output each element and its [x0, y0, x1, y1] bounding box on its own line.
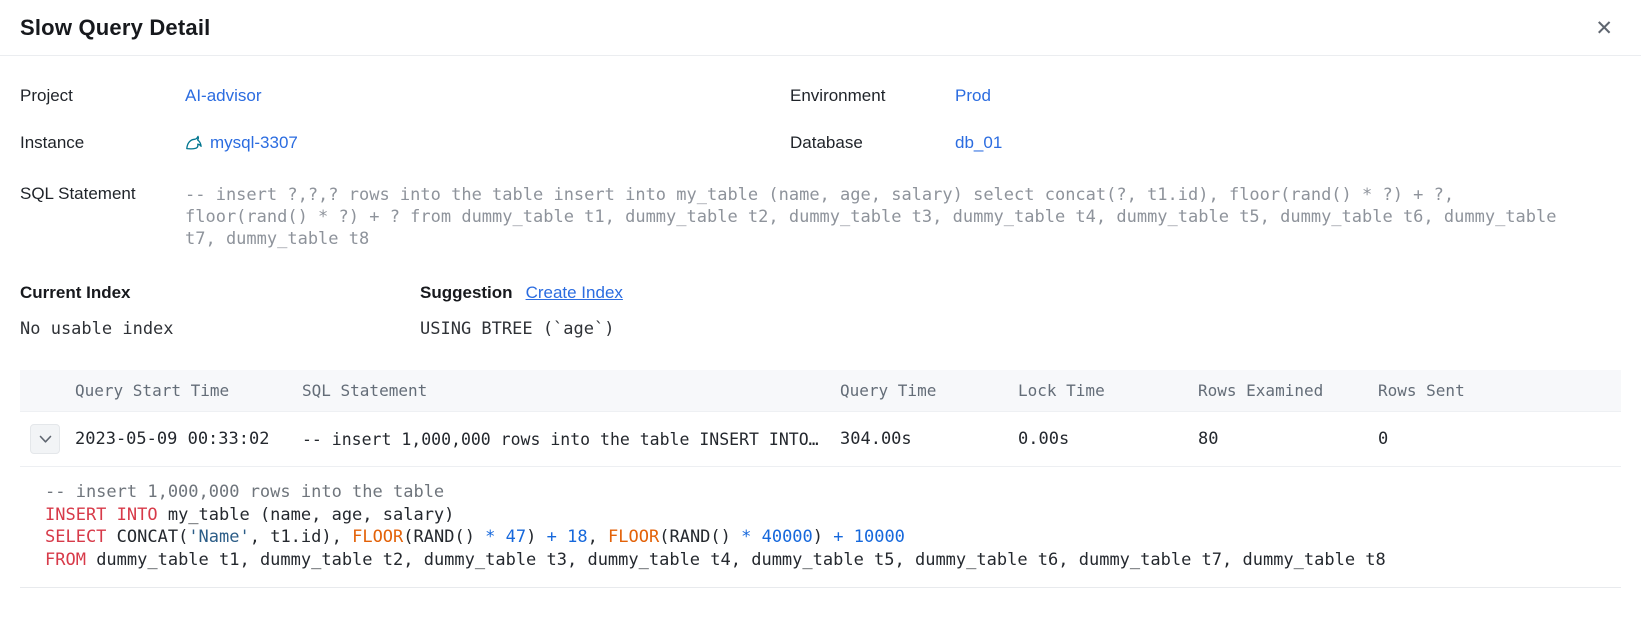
create-index-link[interactable]: Create Index [526, 283, 623, 303]
database-link[interactable]: db_01 [955, 133, 1002, 152]
environment-label: Environment [790, 86, 955, 106]
col-sql-statement: SQL Statement [302, 381, 840, 400]
col-query-time: Query Time [840, 381, 1018, 400]
sql-statement-label: SQL Statement [20, 184, 185, 204]
suggestion-label: Suggestion [420, 283, 513, 303]
sql-statement-value: -- insert ?,?,? rows into the table inse… [185, 184, 1621, 250]
index-section: Current Index Suggestion Create Index No… [0, 283, 1641, 339]
close-button[interactable]: ✕ [1593, 16, 1615, 41]
col-rows-sent: Rows Sent [1378, 381, 1621, 400]
table-row: 2023-05-09 00:33:02 -- insert 1,000,000 … [20, 412, 1621, 467]
col-rows-examined: Rows Examined [1198, 381, 1378, 400]
instance-label: Instance [20, 133, 185, 153]
project-label: Project [20, 86, 185, 106]
cell-lock-time: 0.00s [1018, 429, 1198, 449]
page-title: Slow Query Detail [20, 15, 210, 41]
mysql-icon [185, 134, 204, 152]
cell-query-time: 304.00s [840, 429, 1018, 449]
col-lock-time: Lock Time [1018, 381, 1198, 400]
col-query-start-time: Query Start Time [75, 381, 302, 400]
current-index-label: Current Index [20, 283, 420, 303]
current-index-value: No usable index [20, 319, 420, 339]
project-link[interactable]: AI-advisor [185, 86, 262, 105]
modal-header: Slow Query Detail ✕ [0, 0, 1641, 56]
cell-query-start-time: 2023-05-09 00:33:02 [75, 429, 302, 449]
chevron-down-icon [39, 435, 52, 444]
instance-link[interactable]: mysql-3307 [210, 133, 298, 153]
expanded-sql-panel: -- insert 1,000,000 rows into the tableI… [20, 467, 1621, 588]
close-icon: ✕ [1595, 17, 1613, 40]
database-label: Database [790, 133, 955, 153]
slow-query-table: Query Start Time SQL Statement Query Tim… [20, 370, 1621, 588]
table-header-row: Query Start Time SQL Statement Query Tim… [20, 370, 1621, 412]
environment-link[interactable]: Prod [955, 86, 991, 105]
cell-rows-examined: 80 [1198, 429, 1378, 449]
info-section: Project AI-advisor Environment Prod Inst… [0, 56, 1641, 250]
suggestion-value: USING BTREE (`age`) [420, 319, 1621, 339]
cell-rows-sent: 0 [1378, 429, 1621, 449]
slow-query-detail-modal: Slow Query Detail ✕ Project AI-advisor E… [0, 0, 1641, 588]
expand-toggle-button[interactable] [30, 424, 60, 454]
cell-sql-statement: -- insert 1,000,000 rows into the table … [302, 430, 840, 449]
